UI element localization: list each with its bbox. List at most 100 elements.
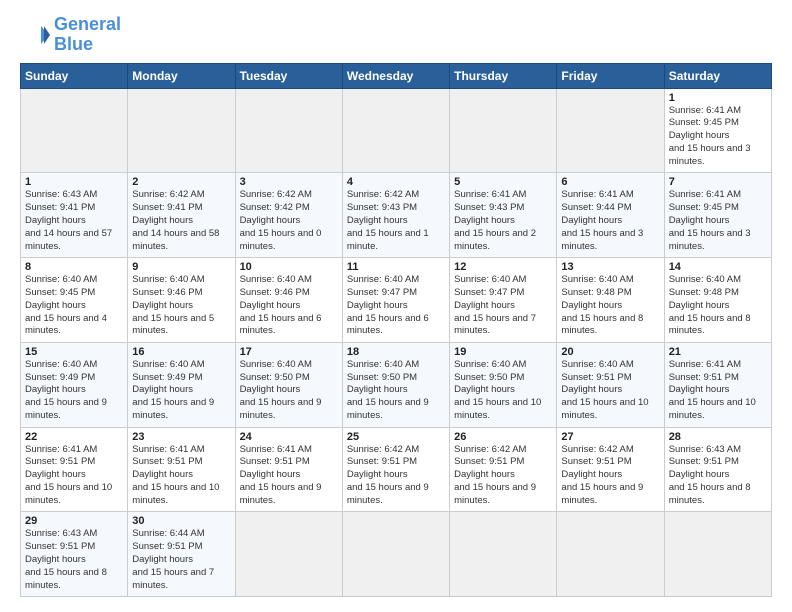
day-number: 6 — [561, 176, 659, 188]
calendar-cell: 4Sunrise: 6:42 AMSunset: 9:43 PMDaylight… — [342, 173, 449, 258]
calendar-cell: 25Sunrise: 6:42 AMSunset: 9:51 PMDayligh… — [342, 427, 449, 512]
calendar-week-2: 8Sunrise: 6:40 AMSunset: 9:45 PMDaylight… — [21, 258, 772, 343]
calendar-cell: 12Sunrise: 6:40 AMSunset: 9:47 PMDayligh… — [450, 258, 557, 343]
calendar-cell: 7Sunrise: 6:41 AMSunset: 9:45 PMDaylight… — [664, 173, 771, 258]
calendar-cell: 11Sunrise: 6:40 AMSunset: 9:47 PMDayligh… — [342, 258, 449, 343]
calendar-cell — [342, 88, 449, 173]
col-header-thursday: Thursday — [450, 63, 557, 88]
calendar-cell: 15Sunrise: 6:40 AMSunset: 9:49 PMDayligh… — [21, 342, 128, 427]
day-number: 11 — [347, 261, 445, 273]
day-number: 1 — [669, 92, 767, 104]
calendar-cell: 21Sunrise: 6:41 AMSunset: 9:51 PMDayligh… — [664, 342, 771, 427]
calendar-cell: 28Sunrise: 6:43 AMSunset: 9:51 PMDayligh… — [664, 427, 771, 512]
calendar-cell: 10Sunrise: 6:40 AMSunset: 9:46 PMDayligh… — [235, 258, 342, 343]
day-number: 22 — [25, 431, 123, 443]
calendar-cell — [128, 88, 235, 173]
cell-content: Sunrise: 6:40 AMSunset: 9:50 PMDaylight … — [454, 359, 552, 423]
cell-content: Sunrise: 6:40 AMSunset: 9:47 PMDaylight … — [454, 274, 552, 338]
day-number: 21 — [669, 346, 767, 358]
day-number: 26 — [454, 431, 552, 443]
cell-content: Sunrise: 6:42 AMSunset: 9:51 PMDaylight … — [454, 444, 552, 508]
cell-content: Sunrise: 6:41 AMSunset: 9:45 PMDaylight … — [669, 189, 767, 253]
day-number: 8 — [25, 261, 123, 273]
cell-content: Sunrise: 6:40 AMSunset: 9:49 PMDaylight … — [25, 359, 123, 423]
calendar-cell — [450, 512, 557, 597]
calendar-week-5: 29Sunrise: 6:43 AMSunset: 9:51 PMDayligh… — [21, 512, 772, 597]
col-header-sunday: Sunday — [21, 63, 128, 88]
cell-content: Sunrise: 6:40 AMSunset: 9:49 PMDaylight … — [132, 359, 230, 423]
cell-content: Sunrise: 6:40 AMSunset: 9:51 PMDaylight … — [561, 359, 659, 423]
day-number: 16 — [132, 346, 230, 358]
calendar-cell: 8Sunrise: 6:40 AMSunset: 9:45 PMDaylight… — [21, 258, 128, 343]
calendar-cell: 18Sunrise: 6:40 AMSunset: 9:50 PMDayligh… — [342, 342, 449, 427]
calendar-cell: 30Sunrise: 6:44 AMSunset: 9:51 PMDayligh… — [128, 512, 235, 597]
day-number: 17 — [240, 346, 338, 358]
cell-content: Sunrise: 6:42 AMSunset: 9:42 PMDaylight … — [240, 189, 338, 253]
day-number: 12 — [454, 261, 552, 273]
calendar-week-4: 22Sunrise: 6:41 AMSunset: 9:51 PMDayligh… — [21, 427, 772, 512]
logo: General Blue — [20, 15, 121, 55]
day-number: 23 — [132, 431, 230, 443]
calendar-cell: 29Sunrise: 6:43 AMSunset: 9:51 PMDayligh… — [21, 512, 128, 597]
cell-content: Sunrise: 6:40 AMSunset: 9:48 PMDaylight … — [669, 274, 767, 338]
calendar-cell: 5Sunrise: 6:41 AMSunset: 9:43 PMDaylight… — [450, 173, 557, 258]
calendar-body: 1Sunrise: 6:41 AMSunset: 9:45 PMDaylight… — [21, 88, 772, 596]
col-header-monday: Monday — [128, 63, 235, 88]
cell-content: Sunrise: 6:41 AMSunset: 9:45 PMDaylight … — [669, 105, 767, 169]
calendar-cell: 26Sunrise: 6:42 AMSunset: 9:51 PMDayligh… — [450, 427, 557, 512]
calendar-cell: 2Sunrise: 6:42 AMSunset: 9:41 PMDaylight… — [128, 173, 235, 258]
calendar-cell — [557, 88, 664, 173]
day-number: 7 — [669, 176, 767, 188]
cell-content: Sunrise: 6:44 AMSunset: 9:51 PMDaylight … — [132, 528, 230, 592]
day-number: 9 — [132, 261, 230, 273]
day-number: 2 — [132, 176, 230, 188]
day-number: 20 — [561, 346, 659, 358]
day-number: 1 — [25, 176, 123, 188]
cell-content: Sunrise: 6:42 AMSunset: 9:41 PMDaylight … — [132, 189, 230, 253]
day-number: 25 — [347, 431, 445, 443]
calendar-cell: 23Sunrise: 6:41 AMSunset: 9:51 PMDayligh… — [128, 427, 235, 512]
day-number: 13 — [561, 261, 659, 273]
calendar-week-1: 1Sunrise: 6:43 AMSunset: 9:41 PMDaylight… — [21, 173, 772, 258]
calendar-cell — [235, 512, 342, 597]
day-number: 28 — [669, 431, 767, 443]
cell-content: Sunrise: 6:40 AMSunset: 9:46 PMDaylight … — [132, 274, 230, 338]
calendar-cell: 27Sunrise: 6:42 AMSunset: 9:51 PMDayligh… — [557, 427, 664, 512]
day-number: 24 — [240, 431, 338, 443]
logo-icon — [20, 20, 50, 50]
calendar-cell: 6Sunrise: 6:41 AMSunset: 9:44 PMDaylight… — [557, 173, 664, 258]
day-number: 30 — [132, 515, 230, 527]
col-header-tuesday: Tuesday — [235, 63, 342, 88]
col-header-wednesday: Wednesday — [342, 63, 449, 88]
calendar-cell — [557, 512, 664, 597]
page: General Blue SundayMondayTuesdayWednesda… — [0, 0, 792, 612]
day-number: 27 — [561, 431, 659, 443]
calendar-cell: 13Sunrise: 6:40 AMSunset: 9:48 PMDayligh… — [557, 258, 664, 343]
calendar-cell: 19Sunrise: 6:40 AMSunset: 9:50 PMDayligh… — [450, 342, 557, 427]
col-header-friday: Friday — [557, 63, 664, 88]
calendar-cell — [21, 88, 128, 173]
calendar-header-row: SundayMondayTuesdayWednesdayThursdayFrid… — [21, 63, 772, 88]
calendar-cell: 9Sunrise: 6:40 AMSunset: 9:46 PMDaylight… — [128, 258, 235, 343]
cell-content: Sunrise: 6:41 AMSunset: 9:51 PMDaylight … — [132, 444, 230, 508]
cell-content: Sunrise: 6:40 AMSunset: 9:45 PMDaylight … — [25, 274, 123, 338]
calendar-cell — [235, 88, 342, 173]
cell-content: Sunrise: 6:43 AMSunset: 9:51 PMDaylight … — [25, 528, 123, 592]
cell-content: Sunrise: 6:40 AMSunset: 9:50 PMDaylight … — [240, 359, 338, 423]
cell-content: Sunrise: 6:42 AMSunset: 9:51 PMDaylight … — [561, 444, 659, 508]
day-number: 5 — [454, 176, 552, 188]
cell-content: Sunrise: 6:41 AMSunset: 9:43 PMDaylight … — [454, 189, 552, 253]
cell-content: Sunrise: 6:42 AMSunset: 9:51 PMDaylight … — [347, 444, 445, 508]
calendar-cell — [450, 88, 557, 173]
calendar-cell: 1Sunrise: 6:43 AMSunset: 9:41 PMDaylight… — [21, 173, 128, 258]
day-number: 10 — [240, 261, 338, 273]
calendar-cell: 24Sunrise: 6:41 AMSunset: 9:51 PMDayligh… — [235, 427, 342, 512]
day-number: 3 — [240, 176, 338, 188]
cell-content: Sunrise: 6:41 AMSunset: 9:51 PMDaylight … — [25, 444, 123, 508]
day-number: 14 — [669, 261, 767, 273]
calendar-week-3: 15Sunrise: 6:40 AMSunset: 9:49 PMDayligh… — [21, 342, 772, 427]
cell-content: Sunrise: 6:41 AMSunset: 9:51 PMDaylight … — [240, 444, 338, 508]
day-number: 19 — [454, 346, 552, 358]
cell-content: Sunrise: 6:40 AMSunset: 9:46 PMDaylight … — [240, 274, 338, 338]
cell-content: Sunrise: 6:43 AMSunset: 9:51 PMDaylight … — [669, 444, 767, 508]
